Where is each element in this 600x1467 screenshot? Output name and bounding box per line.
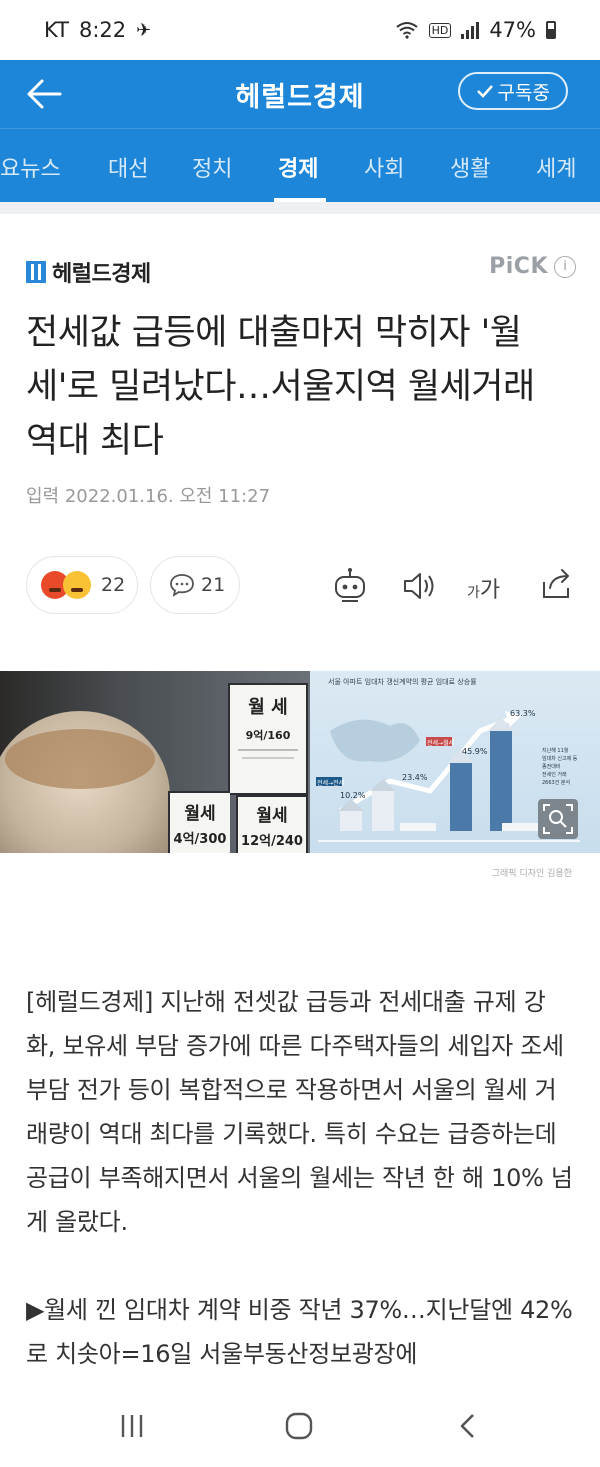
sign-value: 12억/240 [241, 834, 303, 849]
reaction-button[interactable]: 22 [26, 556, 138, 614]
comment-icon [170, 574, 194, 597]
share-icon[interactable] [538, 566, 574, 602]
clock: 8:22 [78, 18, 127, 42]
paragraph: ▶월세 낀 임대차 계약 비중 작년 37%…지난달엔 42%로 치솟아=16일… [26, 1296, 573, 1368]
home-icon[interactable] [284, 1412, 314, 1440]
subscribe-button[interactable]: 구독중 [457, 72, 568, 110]
recent-apps-icon[interactable] [118, 1412, 146, 1440]
note-line: 지난해 11월 [542, 748, 569, 754]
comment-button[interactable]: 21 [150, 556, 240, 614]
carrier-label: KT [44, 18, 69, 42]
article-headline: 전세값 급등에 대출마저 막히자 '월세'로 밀려났다…서울지역 월세거래 역대… [26, 313, 535, 461]
value-label: 23.4% [402, 773, 428, 782]
value-label: 10.2% [340, 791, 366, 800]
article-body: [헤럴드경제] 지난해 전셋값 급등과 전세대출 규제 강화, 보유세 부담 증… [26, 980, 574, 1420]
airplane-mode-icon: ✈ [136, 19, 152, 41]
press-name: 헤럴드경제 [52, 262, 151, 287]
note-line: 2663건 분석 [542, 780, 571, 786]
tab-important-news[interactable]: 요뉴스 [0, 151, 61, 183]
image-caption: 그래픽 디자인 김용한 [491, 869, 572, 879]
speaker-icon[interactable] [400, 566, 440, 606]
wifi-icon [395, 22, 418, 39]
magnify-icon [543, 804, 573, 834]
note-line: 임대차 신고제 등 [542, 756, 578, 762]
signal-icon [461, 21, 480, 39]
font-size-large: 가 [479, 578, 501, 603]
tab-life[interactable]: 생활 [450, 151, 490, 183]
press-title: 헤럴드경제 [235, 81, 365, 113]
tab-election[interactable]: 대선 [108, 151, 148, 183]
sign-title: 월 세 [248, 697, 288, 718]
tab-politics[interactable]: 정치 [192, 151, 232, 183]
infographic-note: 지난해 11월 임대차 신고제 등 종전대비 전세인 거래 2663건 분석 [542, 747, 577, 787]
divider [0, 202, 600, 214]
press-logo-icon [26, 261, 46, 283]
info-icon[interactable]: i [554, 255, 576, 278]
legend-jeonse-wolse: 전세→월세 [427, 740, 455, 747]
pick-badge[interactable]: PiCK i [489, 254, 576, 279]
rent-sign-2: 월세 4억/300 [168, 791, 230, 853]
tab-economy[interactable]: 경제 [278, 151, 318, 183]
laugh-emoji-icon [63, 571, 91, 599]
zoom-button[interactable] [538, 799, 578, 839]
status-bar: KT 8:22 ✈ HD 47% [0, 0, 600, 60]
hd-icon: HD [428, 22, 452, 38]
article-image[interactable]: 월 세 9억/160 월세 4억/300 월세 12억/240 서울 아파트 임… [0, 671, 600, 853]
sign-value: 4억/300 [173, 832, 227, 847]
font-size-small: 가 [467, 585, 480, 601]
rent-sign-3: 월세 12억/240 [236, 795, 308, 853]
battery-percent: 47% [489, 18, 536, 42]
tab-world[interactable]: 세계 [536, 151, 576, 183]
reaction-count: 22 [101, 574, 126, 596]
battery-icon [546, 21, 556, 39]
sign-value: 9억/160 [245, 729, 291, 742]
fur-trim-image [5, 729, 155, 789]
press-logo[interactable]: 헤럴드경제 [26, 256, 151, 288]
rent-sign-1: 월 세 9억/160 [228, 683, 308, 795]
sign-title: 월세 [184, 804, 216, 824]
font-size-button[interactable]: 가가 [467, 572, 500, 604]
note-line: 전세인 거래 [542, 772, 567, 778]
back-nav-icon[interactable] [456, 1412, 480, 1440]
robot-summary-icon[interactable] [330, 566, 370, 606]
app-header: 헤럴드경제 구독중 [0, 60, 600, 128]
comment-count: 21 [201, 574, 226, 596]
system-navigation-bar [0, 1388, 600, 1467]
value-label: 63.3% [510, 709, 536, 718]
note-line: 종전대비 [542, 764, 561, 770]
sign-title: 월세 [256, 806, 288, 826]
paragraph: [헤럴드경제] 지난해 전셋값 급등과 전세대출 규제 강화, 보유세 부담 증… [26, 988, 573, 1236]
value-label: 45.9% [462, 747, 488, 756]
pick-label: PiCK [489, 254, 548, 279]
legend-jeonse-jeonse: 전세→전세 [317, 780, 345, 787]
back-arrow-icon[interactable] [24, 74, 64, 114]
check-icon [476, 85, 493, 98]
article-date: 입력 2022.01.16. 오전 11:27 [26, 486, 271, 507]
subscribe-label: 구독중 [497, 81, 550, 104]
category-tabs: 요뉴스 대선 정치 경제 사회 생활 세계 [0, 128, 600, 202]
tab-society[interactable]: 사회 [364, 151, 404, 183]
